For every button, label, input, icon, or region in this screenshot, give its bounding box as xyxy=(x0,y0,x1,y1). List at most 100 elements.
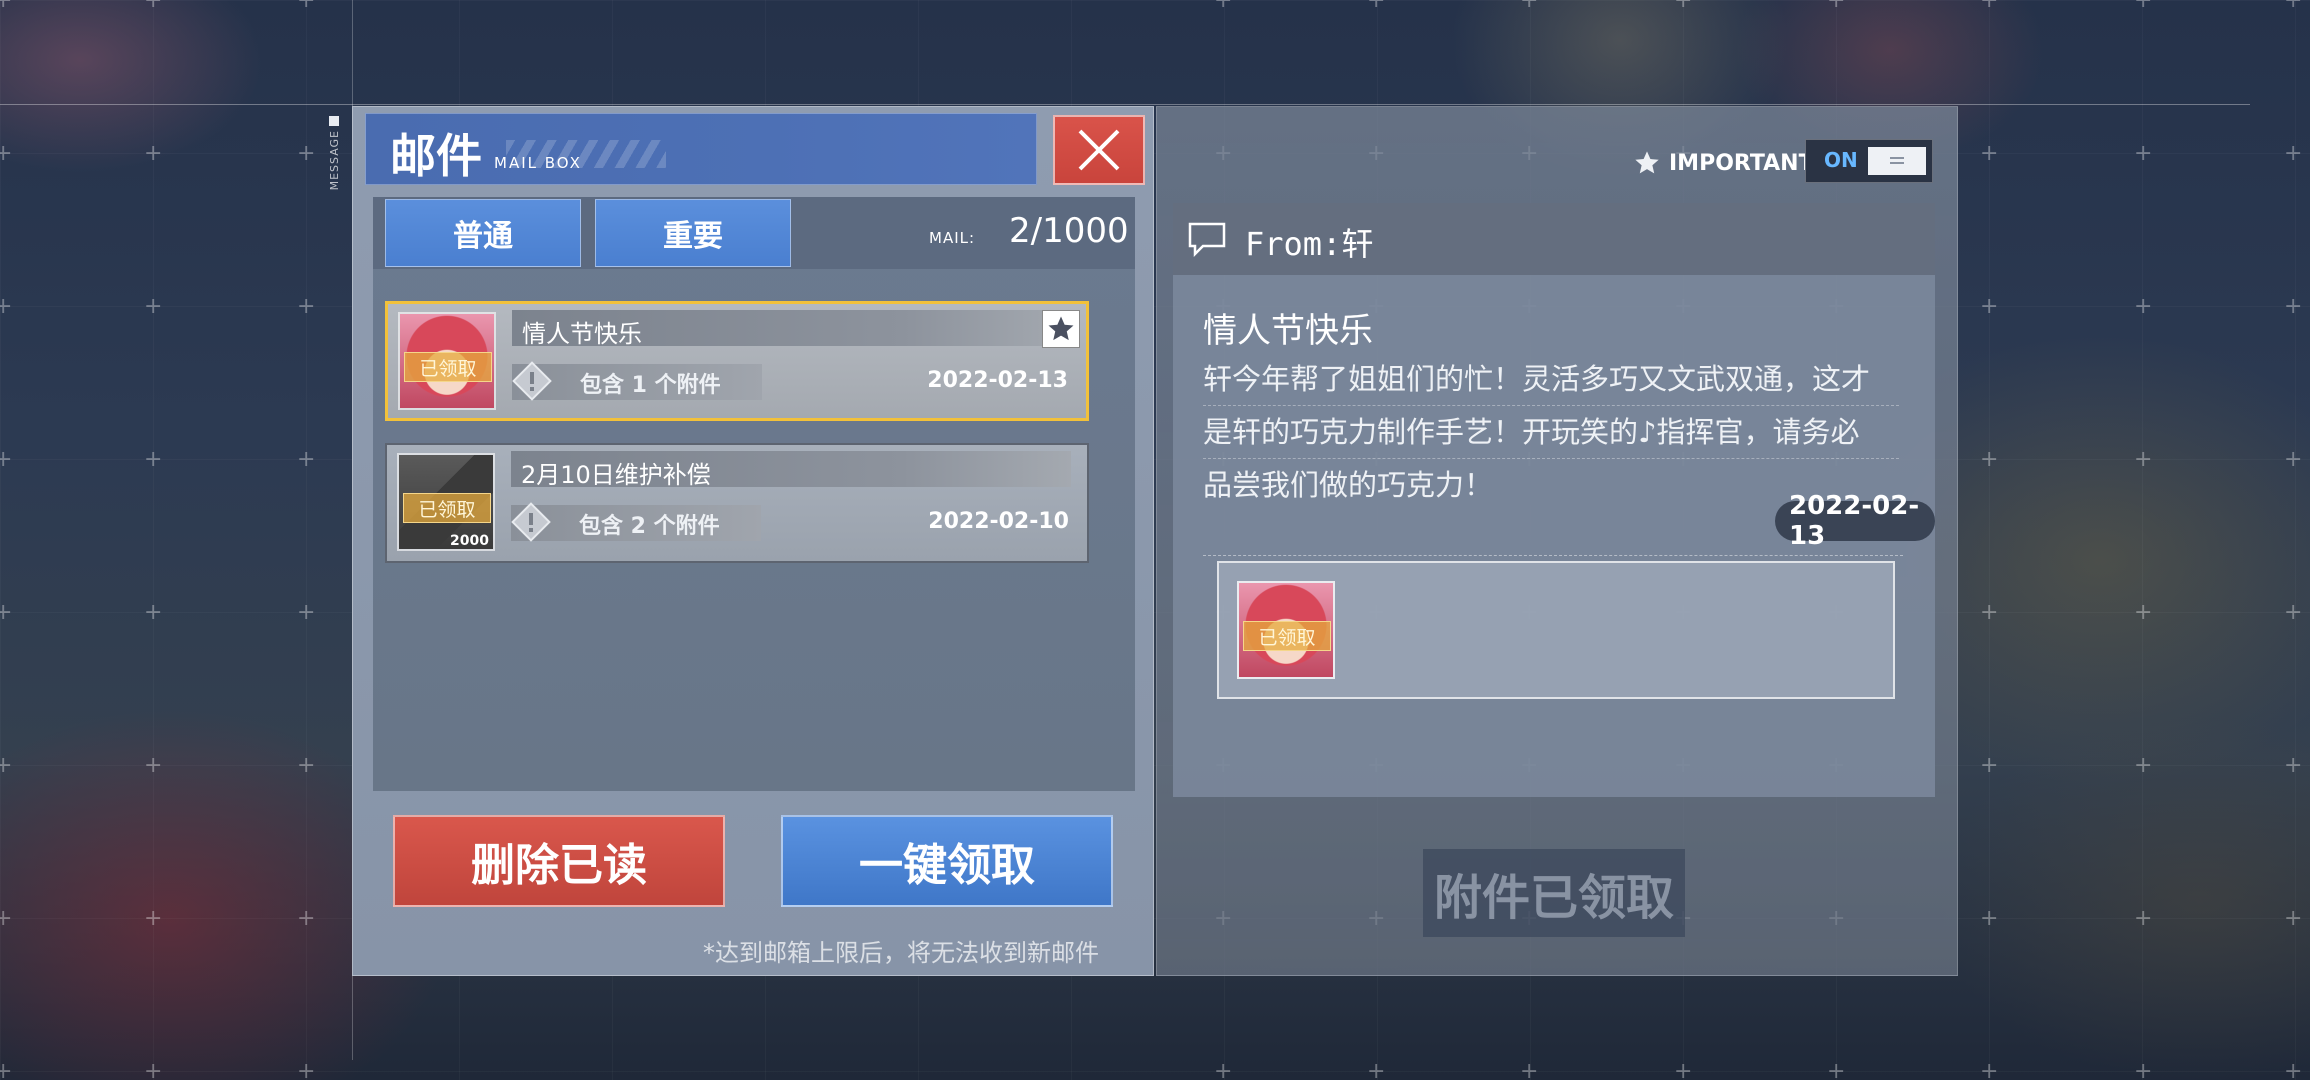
plus-marker: + xyxy=(144,600,163,625)
body-line: 是轩的巧克力制作手艺！开玩笑的♪指挥官，请务必 xyxy=(1203,406,1899,459)
plus-marker: + xyxy=(297,0,316,13)
attachment-item[interactable]: 已领取 xyxy=(1237,581,1335,679)
plus-marker: + xyxy=(2134,906,2153,931)
plus-marker: + xyxy=(0,141,13,166)
plus-marker: + xyxy=(0,600,13,625)
plus-marker: + xyxy=(2134,294,2153,319)
plus-marker: + xyxy=(2134,600,2153,625)
character-portrait-icon: 已领取 xyxy=(398,312,496,410)
tab-normal[interactable]: 普通 xyxy=(385,199,581,267)
plus-marker: + xyxy=(1980,0,1999,13)
page-title: 邮件 xyxy=(390,129,482,183)
plus-marker: + xyxy=(1827,1059,1846,1080)
plus-marker: + xyxy=(144,1059,163,1080)
detail-title: 情人节快乐 xyxy=(1203,311,1373,351)
plus-marker: + xyxy=(2284,0,2303,13)
plus-marker: + xyxy=(1520,1059,1539,1080)
plus-marker: + xyxy=(2284,600,2303,625)
mail-title-bar: 2月10日维护补偿 xyxy=(511,451,1071,489)
plus-marker: + xyxy=(144,141,163,166)
item-quantity: 2000 xyxy=(450,533,489,549)
tab-header: 普通 重要 MAIL: 2/1000 xyxy=(373,197,1135,269)
plus-marker: + xyxy=(0,906,13,931)
plus-marker: + xyxy=(144,447,163,472)
page-subtitle: MAIL BOX xyxy=(494,154,582,172)
plus-marker: + xyxy=(297,1059,316,1080)
mail-list-area: 普通 重要 MAIL: 2/1000 已领取 情人节快乐 包含 1 个附件 20… xyxy=(373,197,1135,791)
claimed-badge: 已领取 xyxy=(403,493,491,523)
mail-date: 2022-02-10 xyxy=(928,509,1069,534)
plus-marker: + xyxy=(2134,1059,2153,1080)
attachment-box: 已领取 xyxy=(1217,561,1895,699)
plus-marker: + xyxy=(144,906,163,931)
attachment-info: 包含 2 个附件 xyxy=(511,502,761,542)
plus-marker: + xyxy=(1367,1059,1386,1080)
plus-marker: + xyxy=(2284,294,2303,319)
side-square-icon xyxy=(329,116,339,126)
plus-marker: + xyxy=(1214,1059,1233,1080)
message-side-label: MESSAGE xyxy=(322,110,346,230)
plus-marker: + xyxy=(2284,906,2303,931)
sender-name: From:轩 xyxy=(1245,225,1374,263)
important-label-group: IMPORTANT xyxy=(1633,143,1814,183)
plus-marker: + xyxy=(0,0,13,13)
plus-marker: + xyxy=(1674,1059,1693,1080)
plus-marker: + xyxy=(1674,0,1693,13)
plus-marker: + xyxy=(144,294,163,319)
detail-body: 轩今年帮了姐姐们的忙！灵活多巧又文武双通，这才 是轩的巧克力制作手艺！开玩笑的♪… xyxy=(1203,353,1899,511)
mail-item-compensation[interactable]: 已领取 2000 2月10日维护补偿 包含 2 个附件 2022-02-10 xyxy=(385,443,1089,563)
plus-marker: + xyxy=(297,141,316,166)
star-shape xyxy=(1048,316,1074,341)
game-screen: + + + + + + + + + + + + + + + + + + + + + + + + + + + + + + + + + + + + + + + +… xyxy=(0,0,2310,1080)
plus-marker: + xyxy=(2134,447,2153,472)
chip-item-icon: 已领取 2000 xyxy=(397,453,495,551)
frame-line-top xyxy=(0,104,2250,105)
side-label-text: MESSAGE xyxy=(328,130,341,191)
toggle-knob xyxy=(1868,147,1926,175)
mailbox-limit-note: *达到邮箱上限后，将无法收到新邮件 xyxy=(703,939,1099,967)
plus-marker: + xyxy=(1980,1059,1999,1080)
toggle-state: ON xyxy=(1824,148,1858,172)
plus-marker: + xyxy=(2284,1059,2303,1080)
plus-marker: + xyxy=(1980,600,1999,625)
plus-marker: + xyxy=(0,753,13,778)
plus-marker: + xyxy=(2284,447,2303,472)
mail-detail-panel: IMPORTANT ON From:轩 情人节快乐 轩今年帮了姐姐们的忙！灵活多… xyxy=(1156,106,1958,976)
close-button[interactable] xyxy=(1053,115,1145,185)
plus-marker: + xyxy=(1980,906,1999,931)
close-icon xyxy=(1078,129,1120,171)
background-grid xyxy=(0,0,2310,1080)
star-icon[interactable] xyxy=(1042,310,1080,348)
plus-marker: + xyxy=(2284,141,2303,166)
plus-marker: + xyxy=(1367,0,1386,13)
exclamation-icon xyxy=(512,361,552,401)
delete-read-button[interactable]: 删除已读 xyxy=(393,815,725,907)
plus-marker: + xyxy=(0,1059,13,1080)
attachment-info: 包含 1 个附件 xyxy=(512,361,762,401)
attachment-count: 包含 2 个附件 xyxy=(579,514,720,539)
plus-marker: + xyxy=(297,447,316,472)
exclamation-icon xyxy=(511,502,551,542)
plus-marker: + xyxy=(1827,0,1846,13)
sender-bar: From:轩 xyxy=(1173,203,1935,275)
plus-marker: + xyxy=(2284,753,2303,778)
claim-all-button[interactable]: 一键领取 xyxy=(781,815,1113,907)
claimed-badge: 已领取 xyxy=(1243,621,1331,651)
attachment-count: 包含 1 个附件 xyxy=(580,373,721,398)
mail-title: 情人节快乐 xyxy=(522,320,642,348)
tab-important[interactable]: 重要 xyxy=(595,199,791,267)
plus-marker: + xyxy=(0,294,13,319)
plus-marker: + xyxy=(2134,753,2153,778)
mailbox-title-bar: 邮件 MAIL BOX xyxy=(365,113,1037,185)
plus-marker: + xyxy=(297,600,316,625)
claimed-badge: 已领取 xyxy=(404,352,492,382)
mail-item-valentine[interactable]: 已领取 情人节快乐 包含 1 个附件 2022-02-13 xyxy=(385,301,1089,421)
mail-count: 2/1000 xyxy=(1009,211,1129,251)
message-bubble-icon xyxy=(1188,222,1226,257)
plus-marker: + xyxy=(144,0,163,13)
important-toggle[interactable]: ON xyxy=(1805,139,1933,183)
body-line: 轩今年帮了姐姐们的忙！灵活多巧又文武双通，这才 xyxy=(1203,353,1899,406)
mail-date: 2022-02-13 xyxy=(927,368,1068,393)
plus-marker: + xyxy=(1520,0,1539,13)
plus-marker: + xyxy=(2134,141,2153,166)
